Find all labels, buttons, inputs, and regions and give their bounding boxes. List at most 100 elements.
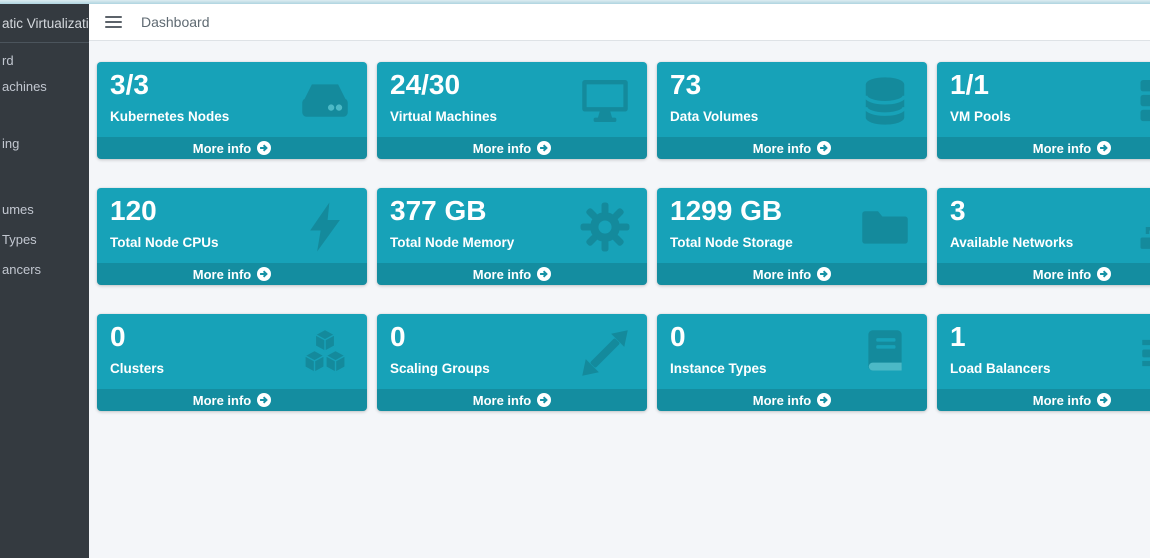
stat-value: 1 <box>950 321 966 352</box>
more-info-label: More info <box>192 392 252 408</box>
more-info-label: More info <box>1032 140 1092 156</box>
sidebar-item-virtual-machines[interactable]: achines <box>2 78 47 96</box>
arrow-circle-right-icon <box>817 267 832 281</box>
stat-label: Available Networks <box>950 235 1074 251</box>
card-inner: 3/3 Kubernetes Nodes <box>97 62 367 124</box>
arrow-circle-right-icon <box>257 141 272 155</box>
more-info-label: More info <box>472 140 532 156</box>
page-title: Dashboard <box>141 14 210 30</box>
card-total-node-cpus: 120 Total Node CPUs More info <box>97 188 367 285</box>
card-inner: 73 Data Volumes <box>657 62 927 124</box>
card-inner: 1 Load Balancers <box>937 314 1150 376</box>
arrow-circle-right-icon <box>1097 267 1112 281</box>
card-inner: 3 Available Networks <box>937 188 1150 250</box>
sidebar-item-volumes[interactable]: umes <box>2 201 34 219</box>
stat-card-grid: 3/3 Kubernetes Nodes More info 24/30 Vir… <box>97 62 1150 411</box>
dashboard-content: 3/3 Kubernetes Nodes More info 24/30 Vir… <box>89 41 1150 411</box>
more-info-label: More info <box>192 266 252 282</box>
card-inner: 120 Total Node CPUs <box>97 188 367 250</box>
more-info-link[interactable]: More info <box>657 263 927 285</box>
more-info-link[interactable]: More info <box>937 137 1150 159</box>
more-info-label: More info <box>752 392 812 408</box>
stat-label: Clusters <box>110 361 165 377</box>
card-instance-types: 0 Instance Types More info <box>657 314 927 411</box>
sidebar-item-dashboard[interactable]: rd <box>2 52 14 70</box>
stat-value: 1299 GB <box>670 195 783 226</box>
more-info-link[interactable]: More info <box>377 263 647 285</box>
stat-value: 3/3 <box>110 69 149 100</box>
more-info-label: More info <box>472 266 532 282</box>
card-kubernetes-nodes: 3/3 Kubernetes Nodes More info <box>97 62 367 159</box>
more-info-link[interactable]: More info <box>657 137 927 159</box>
more-info-link[interactable]: More info <box>657 389 927 411</box>
card-inner: 1299 GB Total Node Storage <box>657 188 927 250</box>
arrow-circle-right-icon <box>817 141 832 155</box>
sidebar-item-instance-types[interactable]: Types <box>2 231 37 249</box>
stat-value: 73 <box>670 69 702 100</box>
stat-label: Total Node Storage <box>670 235 793 251</box>
top-navbar: Dashboard <box>89 4 1150 41</box>
card-virtual-machines: 24/30 Virtual Machines More info <box>377 62 647 159</box>
arrow-circle-right-icon <box>537 141 552 155</box>
brand-label: atic Virtualization <box>2 15 89 31</box>
stat-label: Kubernetes Nodes <box>110 109 230 125</box>
stat-label: Instance Types <box>670 361 767 377</box>
more-info-link[interactable]: More info <box>377 137 647 159</box>
stat-value: 377 GB <box>390 195 487 226</box>
arrow-circle-right-icon <box>1097 141 1112 155</box>
arrow-circle-right-icon <box>1097 393 1112 407</box>
card-inner: 24/30 Virtual Machines <box>377 62 647 124</box>
stat-label: Data Volumes <box>670 109 759 125</box>
more-info-link[interactable]: More info <box>937 263 1150 285</box>
hamburger-menu-icon[interactable] <box>105 16 122 28</box>
card-clusters: 0 Clusters More info <box>97 314 367 411</box>
brand[interactable]: atic Virtualization <box>0 4 89 43</box>
stat-value: 0 <box>110 321 126 352</box>
card-data-volumes: 73 Data Volumes More info <box>657 62 927 159</box>
card-scaling-groups: 0 Scaling Groups More info <box>377 314 647 411</box>
arrow-circle-right-icon <box>257 393 272 407</box>
arrow-circle-right-icon <box>817 393 832 407</box>
arrow-circle-right-icon <box>537 267 552 281</box>
stat-label: Scaling Groups <box>390 361 490 377</box>
card-load-balancers: 1 Load Balancers More info <box>937 314 1150 411</box>
stat-value: 0 <box>390 321 406 352</box>
stat-label: Load Balancers <box>950 361 1051 377</box>
more-info-label: More info <box>752 266 812 282</box>
more-info-label: More info <box>1032 266 1092 282</box>
sidebar-item-scaling[interactable]: ing <box>2 135 19 153</box>
more-info-link[interactable]: More info <box>377 389 647 411</box>
more-info-link[interactable]: More info <box>97 389 367 411</box>
arrow-circle-right-icon <box>537 393 552 407</box>
card-total-node-storage: 1299 GB Total Node Storage More info <box>657 188 927 285</box>
sidebar: atic Virtualization rd achines ing umes … <box>0 4 89 558</box>
stat-value: 1/1 <box>950 69 989 100</box>
stat-label: VM Pools <box>950 109 1011 125</box>
stat-value: 24/30 <box>390 69 461 100</box>
card-inner: 0 Clusters <box>97 314 367 376</box>
more-info-link[interactable]: More info <box>97 137 367 159</box>
main-area: Dashboard 3/3 Kubernetes Nodes More info <box>89 4 1150 558</box>
more-info-label: More info <box>752 140 812 156</box>
stat-label: Virtual Machines <box>390 109 498 125</box>
stat-value: 3 <box>950 195 966 226</box>
stat-value: 0 <box>670 321 686 352</box>
more-info-label: More info <box>472 392 532 408</box>
more-info-link[interactable]: More info <box>97 263 367 285</box>
app-root: { "sidebar": { "brand": "atic Virtualiza… <box>0 0 1150 558</box>
card-inner: 377 GB Total Node Memory <box>377 188 647 250</box>
card-inner: 0 Scaling Groups <box>377 314 647 376</box>
more-info-label: More info <box>1032 392 1092 408</box>
more-info-label: More info <box>192 140 252 156</box>
top-accent-strip <box>0 0 1150 4</box>
card-inner: 0 Instance Types <box>657 314 927 376</box>
stat-label: Total Node Memory <box>390 235 515 251</box>
stat-label: Total Node CPUs <box>110 235 219 251</box>
sidebar-item-load-balancers[interactable]: ancers <box>2 261 41 279</box>
stat-value: 120 <box>110 195 157 226</box>
card-vm-pools: 1/1 VM Pools More info <box>937 62 1150 159</box>
more-info-link[interactable]: More info <box>937 389 1150 411</box>
arrow-circle-right-icon <box>257 267 272 281</box>
card-available-networks: 3 Available Networks More info <box>937 188 1150 285</box>
card-total-node-memory: 377 GB Total Node Memory More info <box>377 188 647 285</box>
